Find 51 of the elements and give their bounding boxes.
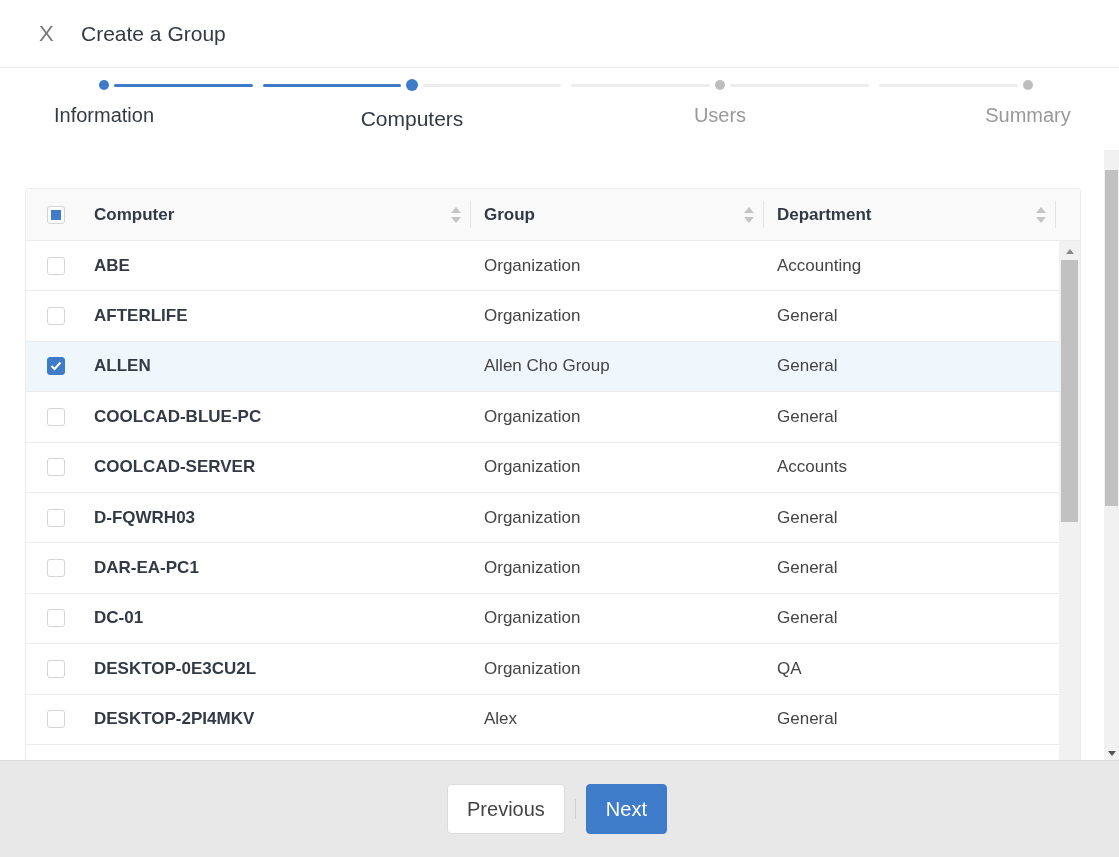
group-name: Organization xyxy=(484,306,581,327)
next-button[interactable]: Next xyxy=(585,784,667,834)
sort-icon[interactable] xyxy=(744,205,754,224)
dialog-title: Create a Group xyxy=(81,21,226,46)
department-name: General xyxy=(777,507,838,528)
computer-name: DC-01 xyxy=(94,608,144,629)
department-name: Accounts xyxy=(777,457,847,478)
computer-name: ABE xyxy=(94,255,130,276)
scroll-up-icon[interactable] xyxy=(1065,249,1074,254)
group-name: Organization xyxy=(484,608,581,629)
table-row[interactable]: ALLEN Allen Cho Group General xyxy=(26,341,1059,393)
computer-name: COOLCAD-BLUE-PC xyxy=(94,406,262,427)
computer-name: DAR-EA-PC1 xyxy=(94,558,199,579)
group-name: Allen Cho Group xyxy=(484,356,610,377)
step-label: Users xyxy=(693,104,747,127)
step-label: Computers xyxy=(360,107,464,131)
step-label: Summary xyxy=(985,104,1071,127)
group-name: Organization xyxy=(484,406,581,427)
computer-name: DESKTOP-0E3CU2L xyxy=(94,658,257,679)
previous-button[interactable]: Previous xyxy=(447,784,565,834)
group-name: Organization xyxy=(484,558,581,579)
sort-icon[interactable] xyxy=(1036,205,1046,224)
page-scrollbar[interactable] xyxy=(1104,150,1119,760)
step-label: Information xyxy=(53,104,155,127)
department-name: General xyxy=(777,356,838,377)
computer-name: ALLEN xyxy=(94,356,151,377)
column-header[interactable]: Group xyxy=(484,204,535,225)
group-name: Organization xyxy=(484,255,581,276)
computer-name: DESKTOP-2PI4MKV xyxy=(94,709,255,730)
department-name: General xyxy=(777,709,838,730)
department-name: General xyxy=(777,406,838,427)
group-name: Organization xyxy=(484,457,581,478)
group-name: Organization xyxy=(484,507,581,528)
table-scrollbar[interactable] xyxy=(1059,241,1080,760)
department-name: QA xyxy=(777,658,802,679)
scroll-down-icon[interactable] xyxy=(1107,751,1116,756)
department-name: Accounting xyxy=(777,255,862,276)
computer-name: D-FQWRH03 xyxy=(94,507,196,528)
sort-icon[interactable] xyxy=(451,205,461,224)
column-header[interactable]: Department xyxy=(777,204,872,225)
department-name: General xyxy=(777,608,838,629)
group-name: Alex xyxy=(484,709,518,730)
computer-name: COOLCAD-SERVER xyxy=(94,457,256,478)
close-icon[interactable]: X xyxy=(39,20,59,47)
department-name: General xyxy=(777,558,838,579)
department-name: General xyxy=(777,306,838,327)
select-all-checkbox[interactable] xyxy=(46,205,65,224)
column-header[interactable]: Computer xyxy=(94,204,175,225)
row-checkbox[interactable] xyxy=(46,357,65,376)
computer-name: AFTERLIFE xyxy=(94,306,188,327)
group-name: Organization xyxy=(484,658,581,679)
